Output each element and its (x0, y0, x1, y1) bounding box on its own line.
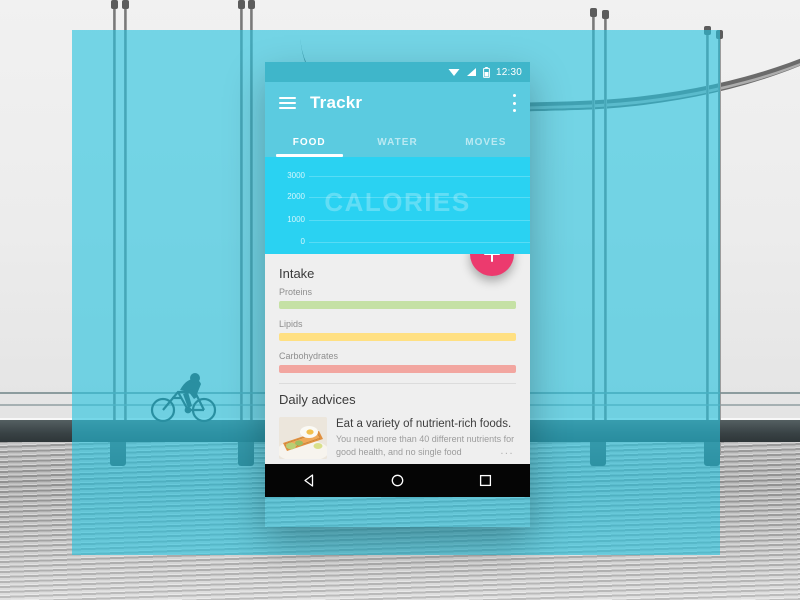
signal-icon (466, 68, 476, 76)
phone-mockup: 12:30 Trackr FOOD WATER MOVES CALORIES 3… (265, 62, 530, 527)
square-recents-icon (480, 474, 492, 487)
intake-row-lipids: Lipids (265, 319, 530, 341)
chart-ytick-0: 0 (300, 237, 305, 246)
plus-icon (484, 254, 500, 262)
chart-gridline (309, 176, 530, 177)
chart-ytick-2000: 2000 (287, 192, 305, 201)
intake-row-proteins: Proteins (265, 287, 530, 309)
advices-section-title: Daily advices (279, 392, 356, 407)
tab-moves[interactable]: MOVES (442, 137, 530, 157)
tab-water[interactable]: WATER (353, 137, 441, 157)
recents-button[interactable] (466, 464, 506, 497)
triangle-back-icon (304, 474, 313, 487)
food-photo-thumbnail (279, 417, 327, 459)
advice-body: You need more than 40 different nutrient… (336, 434, 515, 458)
intake-label-proteins: Proteins (279, 287, 313, 297)
circle-home-icon (391, 474, 404, 487)
advice-list-item[interactable]: Eat a variety of nutrient-rich foods. Yo… (265, 413, 530, 459)
intake-label-carbohydrates: Carbohydrates (279, 351, 339, 361)
intake-label-lipids: Lipids (279, 319, 303, 329)
hamburger-menu-icon[interactable] (279, 97, 296, 109)
content-sheet: Intake Proteins Lipids Carbohydrates Dai… (265, 254, 530, 464)
tab-food[interactable]: FOOD (265, 137, 353, 157)
overflow-menu-icon[interactable] (512, 94, 516, 112)
app-bar: Trackr (265, 82, 530, 124)
app-title: Trackr (310, 93, 363, 112)
wifi-icon (448, 69, 460, 76)
intake-bar-proteins (279, 301, 516, 309)
intake-bar-carbohydrates (279, 365, 516, 373)
calories-chart[interactable]: CALORIES 3000 2000 1000 0 (265, 157, 530, 254)
advice-more-ellipsis[interactable]: ... (500, 445, 514, 457)
status-bar: 12:30 (265, 62, 530, 82)
back-button[interactable] (289, 464, 329, 497)
intake-row-carbohydrates: Carbohydrates (265, 351, 530, 373)
advice-headline: Eat a variety of nutrient-rich foods. (336, 418, 512, 430)
tab-bar: FOOD WATER MOVES (265, 124, 530, 157)
chart-ytick-1000: 1000 (287, 215, 305, 224)
android-navigation-bar (265, 464, 530, 497)
chart-ytick-3000: 3000 (287, 171, 305, 180)
home-button[interactable] (377, 464, 417, 497)
chart-gridline (309, 197, 530, 198)
battery-icon (483, 66, 490, 78)
status-bar-clock: 12:30 (495, 66, 522, 78)
chart-gridline (309, 220, 530, 221)
screenshot-stage: 12:30 Trackr FOOD WATER MOVES CALORIES 3… (0, 0, 800, 600)
chart-gridline (309, 242, 530, 243)
intake-bar-lipids (279, 333, 516, 341)
